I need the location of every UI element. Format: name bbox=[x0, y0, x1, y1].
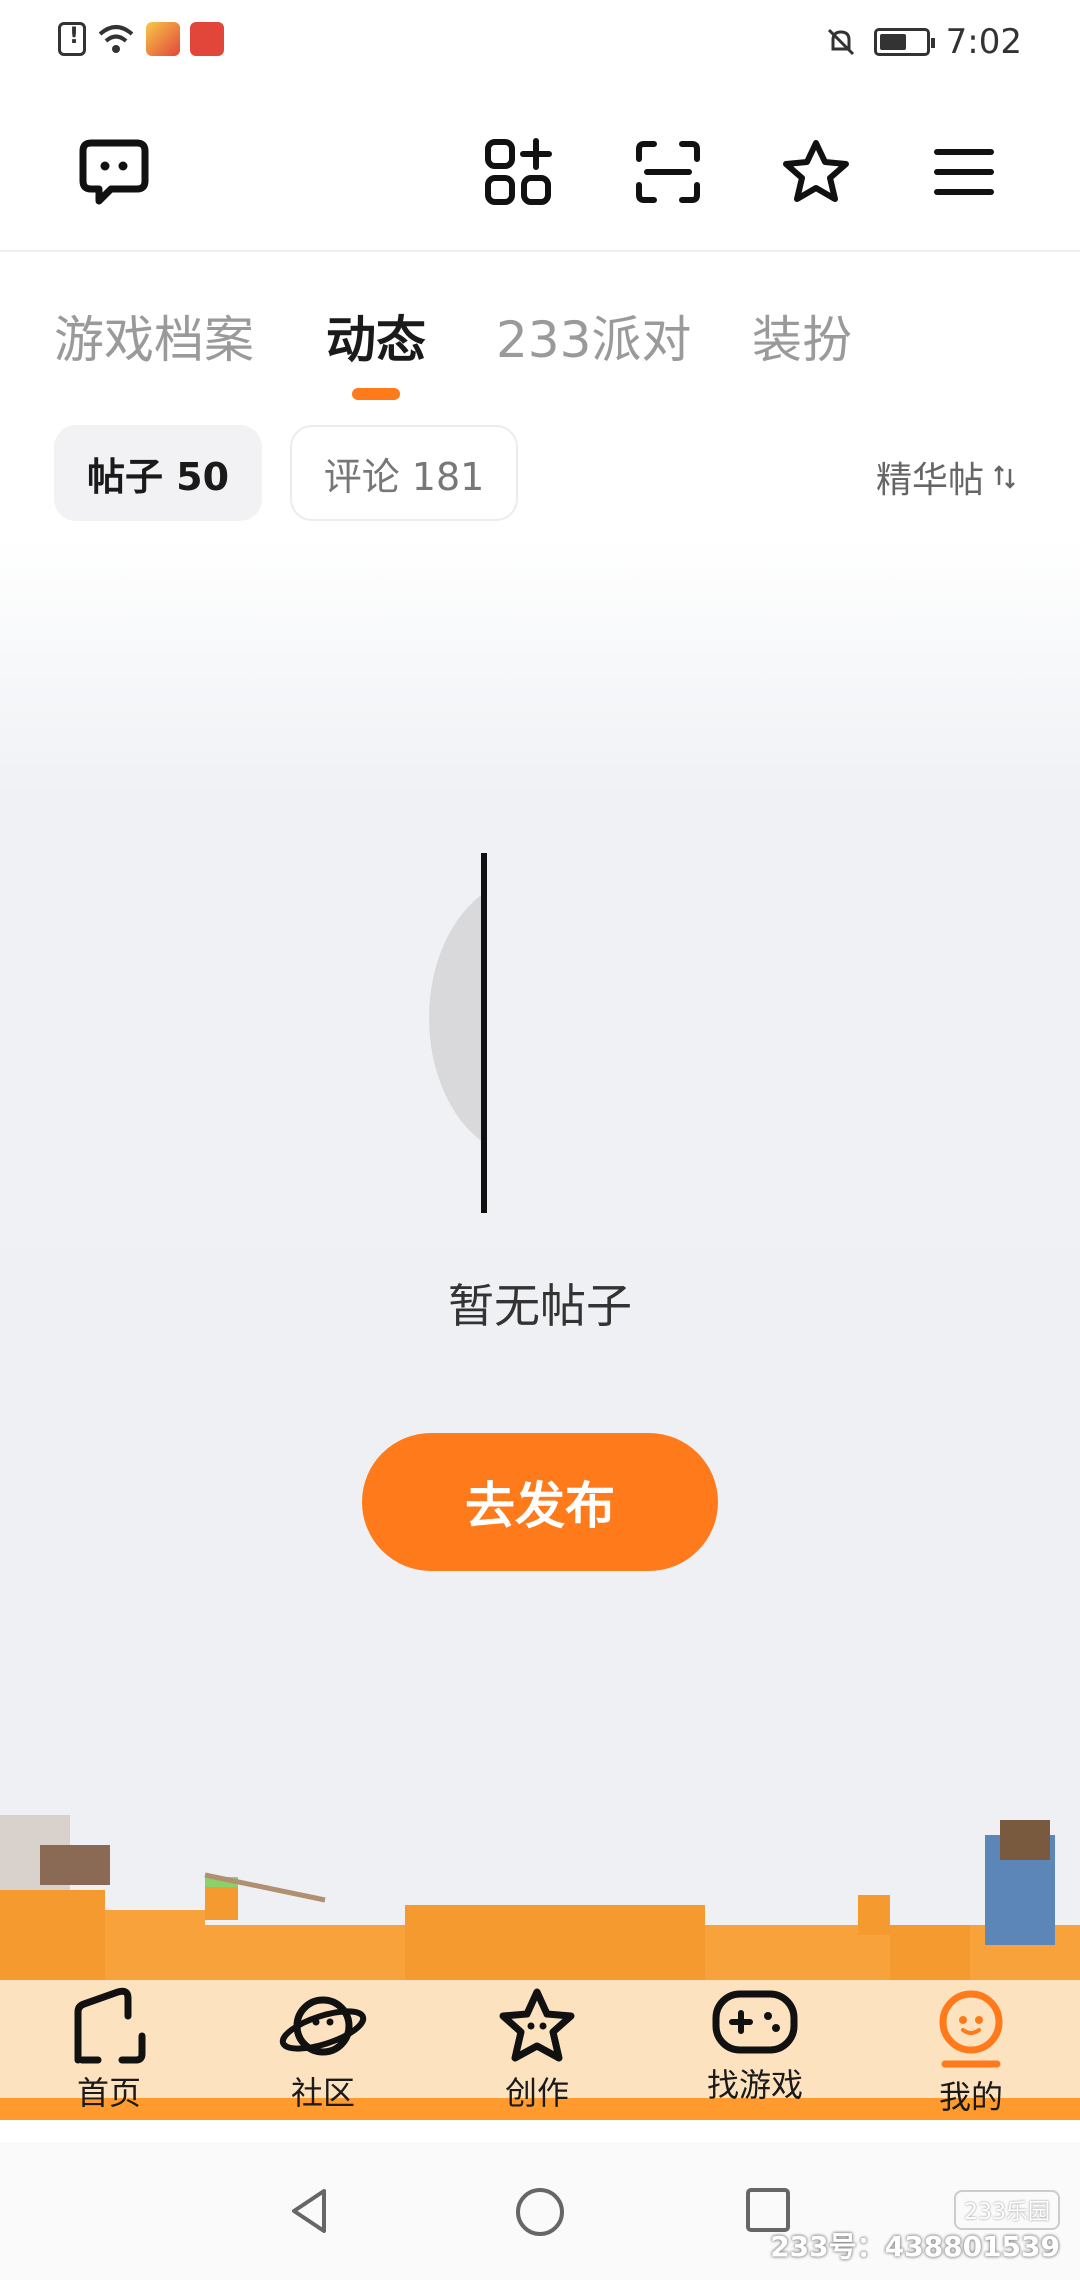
gamepad-icon bbox=[710, 1986, 800, 2058]
status-time: 7:02 bbox=[945, 22, 1022, 62]
nav-home[interactable]: 首页 bbox=[34, 1986, 184, 2112]
nav-find-games-label: 找游戏 bbox=[706, 2066, 803, 2104]
tab-233-party[interactable]: 233派对 bbox=[496, 300, 691, 372]
app-notification-icon bbox=[146, 22, 180, 56]
sort-featured-button[interactable]: 精华帖 bbox=[876, 451, 1018, 503]
planet-icon bbox=[278, 1986, 368, 2066]
filter-posts-chip[interactable]: 帖子 50 bbox=[54, 425, 262, 521]
alert-icon bbox=[58, 22, 86, 56]
nav-me[interactable]: 我的 bbox=[896, 1986, 1046, 2116]
profile-icon bbox=[926, 1986, 1016, 2070]
battery-icon bbox=[873, 28, 935, 56]
watermark-id: 233号：438801539 bbox=[770, 2230, 1060, 2263]
nav-create-label: 创作 bbox=[504, 2074, 569, 2112]
back-icon[interactable] bbox=[284, 2186, 334, 2236]
tab-game-archive[interactable]: 游戏档案 bbox=[54, 300, 254, 372]
watermark-logo: 233乐园 bbox=[954, 2190, 1060, 2230]
home-icon bbox=[64, 1986, 154, 2066]
home-circle-icon[interactable] bbox=[514, 2186, 566, 2238]
status-bar: 7:02 bbox=[0, 0, 1080, 92]
nav-community[interactable]: 社区 bbox=[248, 1986, 398, 2112]
publish-button[interactable]: 去发布 bbox=[362, 1433, 718, 1571]
nav-community-label: 社区 bbox=[290, 2074, 355, 2112]
filter-comments-chip[interactable]: 评论 181 bbox=[290, 425, 518, 521]
post-filters: 帖子 50 评论 181 精华帖 bbox=[0, 425, 1080, 525]
bottom-navigation: 首页 社区 创作 找游戏 我的 bbox=[0, 1980, 1080, 2120]
nav-home-label: 首页 bbox=[76, 2074, 141, 2112]
store-notification-icon bbox=[190, 22, 224, 56]
tab-dress-up[interactable]: 装扮 bbox=[752, 300, 852, 372]
add-app-icon[interactable] bbox=[478, 132, 558, 212]
sort-label: 精华帖 bbox=[875, 460, 984, 501]
sort-arrows-icon bbox=[994, 465, 1015, 489]
nav-me-label: 我的 bbox=[938, 2078, 1003, 2116]
game-scenery-decoration bbox=[0, 1815, 1080, 1995]
scan-icon[interactable] bbox=[628, 132, 708, 212]
bell-muted-icon bbox=[827, 28, 854, 56]
menu-icon[interactable] bbox=[924, 132, 1004, 212]
star-icon bbox=[492, 1986, 582, 2066]
message-icon[interactable] bbox=[74, 132, 154, 212]
empty-illustration bbox=[429, 853, 487, 1213]
favorite-star-icon[interactable] bbox=[776, 132, 856, 212]
nav-create[interactable]: 创作 bbox=[462, 1986, 612, 2112]
top-bar bbox=[0, 92, 1080, 252]
profile-tabs: 游戏档案 动态 233派对 装扮 bbox=[0, 255, 1080, 405]
active-tab-indicator bbox=[352, 388, 400, 400]
posts-empty-state: 暂无帖子 去发布 bbox=[0, 535, 1080, 1995]
tab-activity[interactable]: 动态 bbox=[326, 300, 426, 372]
wifi-icon bbox=[98, 25, 134, 53]
empty-message: 暂无帖子 bbox=[448, 1279, 632, 1333]
nav-find-games[interactable]: 找游戏 bbox=[680, 1986, 830, 2106]
